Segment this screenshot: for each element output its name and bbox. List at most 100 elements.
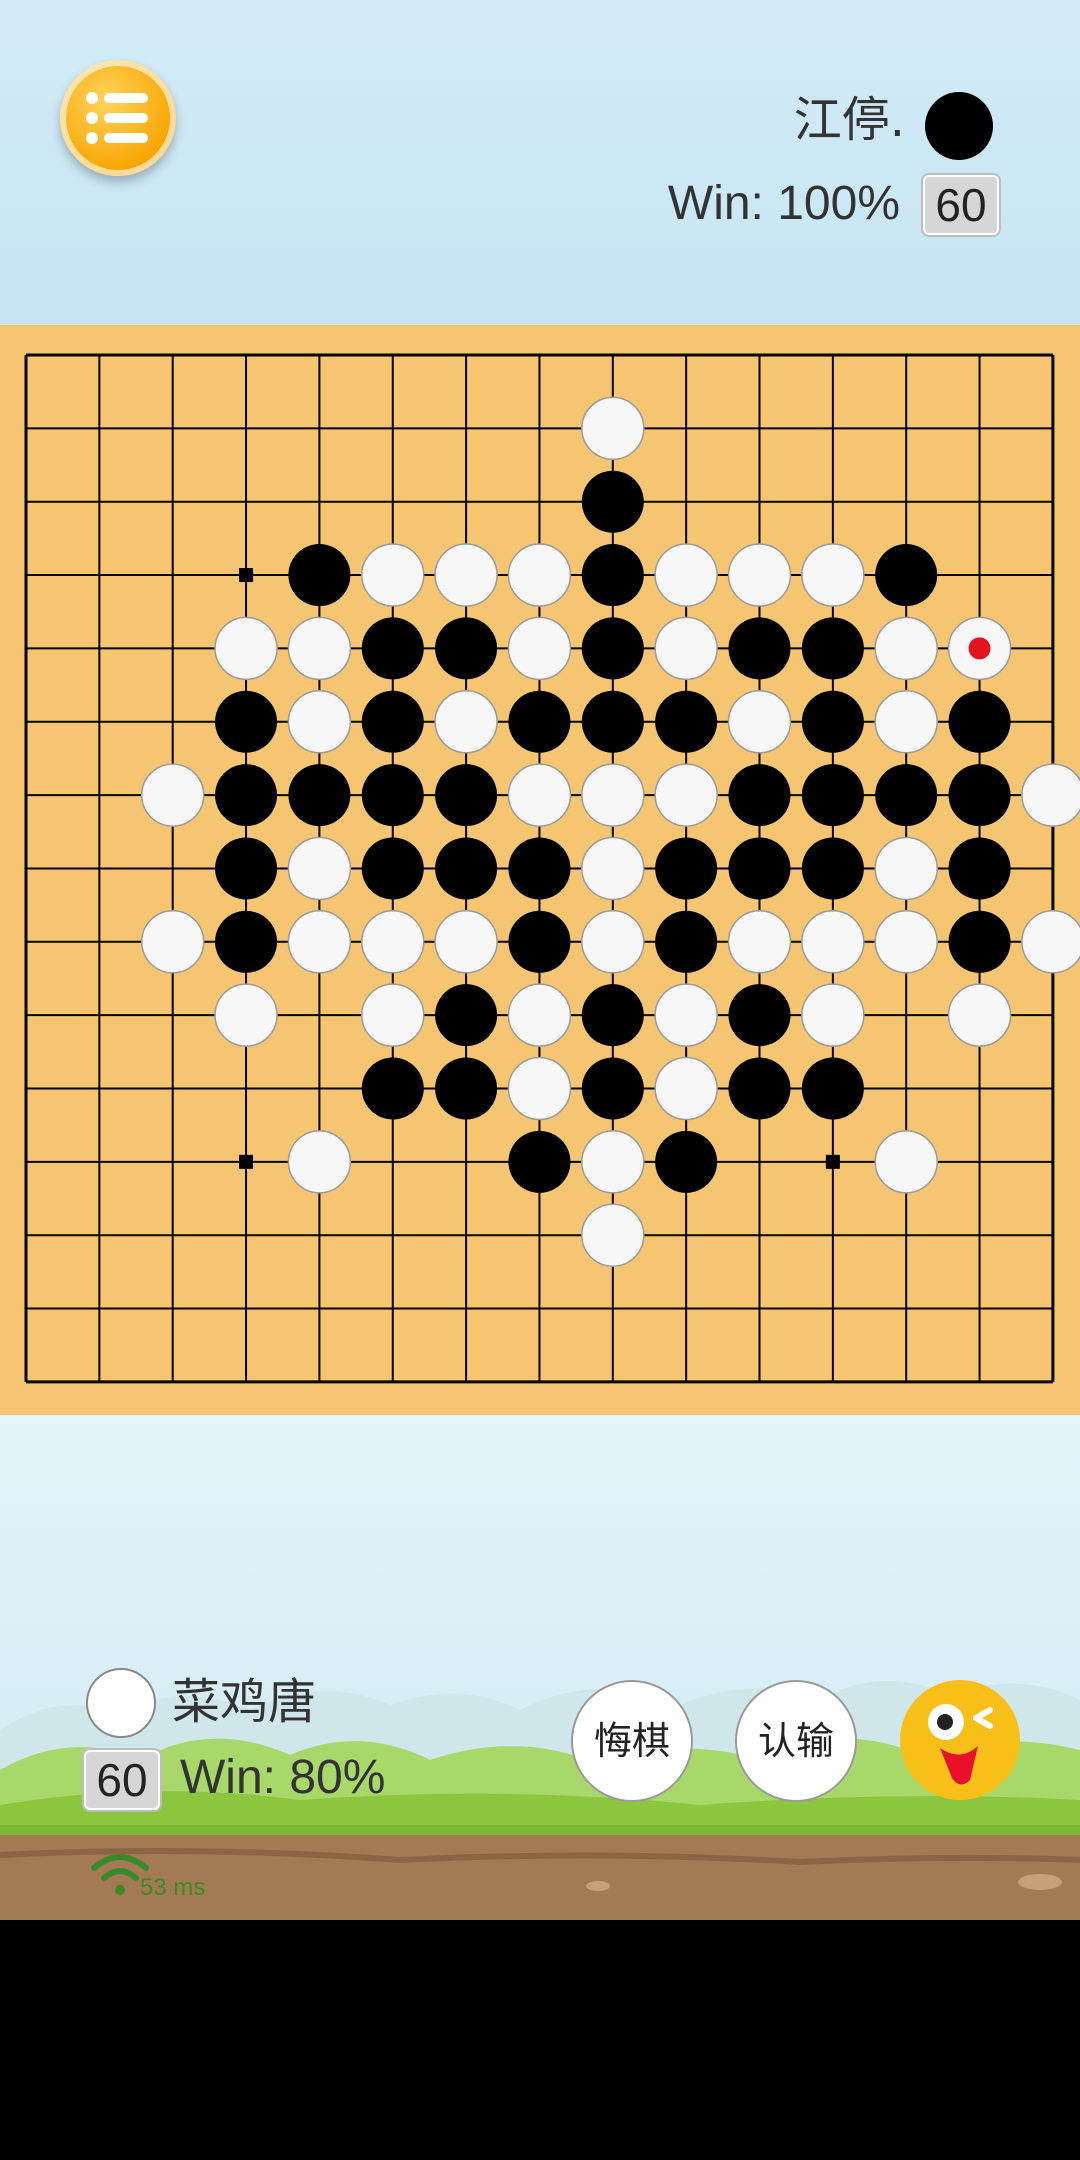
ping-text: 53 ms [140,1874,206,1901]
opponent-stone-indicator [925,92,993,160]
board-grid[interactable] [0,325,1080,1415]
black-stone [215,910,278,973]
black-stone [728,984,791,1047]
undo-button[interactable]: 悔棋 [571,1680,693,1802]
opponent-win-rate: Win: 100% [667,177,900,230]
white-stone [287,616,352,681]
resign-button[interactable]: 认输 [735,1680,857,1802]
player-timer: 60 [84,1750,160,1810]
black-stone [801,617,864,680]
last-move-marker [968,637,991,660]
black-stone [581,470,644,533]
white-stone [507,1056,572,1121]
black-stone [801,837,864,900]
black-stone [508,910,571,973]
black-stone [655,910,718,973]
white-stone [874,616,938,681]
white-stone [727,543,792,607]
black-stone [948,910,1011,973]
black-stone [508,1130,571,1193]
black-stone [361,690,424,753]
black-stone [801,1057,864,1120]
white-stone [654,616,718,681]
white-stone [507,543,572,607]
white-stone [214,983,278,1047]
opponent-name: 江停. [793,92,905,148]
white-stone [654,1056,718,1121]
black-stone [288,764,351,827]
black-stone [508,690,571,753]
black-stone [581,690,644,753]
player-win-rate: Win: 80% [180,1751,386,1804]
gomoku-board[interactable] [0,325,1080,1415]
white-stone [140,763,205,827]
star-point [239,1154,254,1169]
white-stone [507,983,572,1047]
white-stone [287,690,352,754]
white-stone [1021,763,1080,827]
list-icon [86,92,148,144]
white-stone [581,1203,645,1267]
black-stone [581,1057,644,1120]
white-stone [654,763,718,827]
black-stone [215,690,278,753]
white-stone [361,983,425,1047]
white-stone [507,616,572,681]
black-stone [215,837,278,900]
white-stone [434,910,498,974]
black-stone [361,1057,424,1120]
black-stone [361,764,424,827]
black-stone [581,617,644,680]
black-stone [361,837,424,900]
white-stone [654,983,718,1047]
black-stone [581,984,644,1047]
white-stone [361,543,425,607]
white-stone [801,983,865,1047]
black-stone [655,690,718,753]
black-stone [728,617,791,680]
white-stone [654,543,718,607]
white-stone [214,616,278,681]
white-stone [507,763,572,827]
black-stone [435,1057,498,1120]
black-stone [655,1130,718,1193]
white-stone [434,690,498,754]
white-stone [801,543,865,607]
black-stone [435,984,498,1047]
black-stone [435,837,498,900]
white-stone [1021,910,1080,974]
black-stone [728,764,791,827]
menu-button[interactable] [60,60,176,176]
white-stone [581,396,645,461]
black-stone [948,764,1011,827]
black-stone [288,544,351,607]
star-point [825,1154,840,1169]
black-stone [801,690,864,753]
white-stone [727,690,792,754]
white-stone [581,836,645,901]
black-stone [801,764,864,827]
white-stone [140,910,205,974]
black-stone [435,764,498,827]
white-stone [581,1130,645,1194]
wink-face-icon [928,1704,993,1785]
black-stone [875,764,938,827]
black-stone [435,617,498,680]
star-point [239,568,254,583]
emoji-button[interactable] [900,1680,1020,1800]
white-stone [581,910,645,974]
black-stone [728,1057,791,1120]
white-stone [874,1130,938,1194]
white-stone [874,690,938,754]
game-screen: 江停. Win: 100% 60 菜鸡唐 60 Win: 80% 悔棋 认输 5… [0,0,1080,1920]
white-stone [874,910,938,974]
black-stone [948,690,1011,753]
black-stone [361,617,424,680]
black-stone [581,544,644,607]
white-stone [287,910,352,974]
black-stone [948,837,1011,900]
white-stone [581,763,645,827]
white-stone [287,836,352,901]
black-stone [875,544,938,607]
white-stone [434,543,498,607]
